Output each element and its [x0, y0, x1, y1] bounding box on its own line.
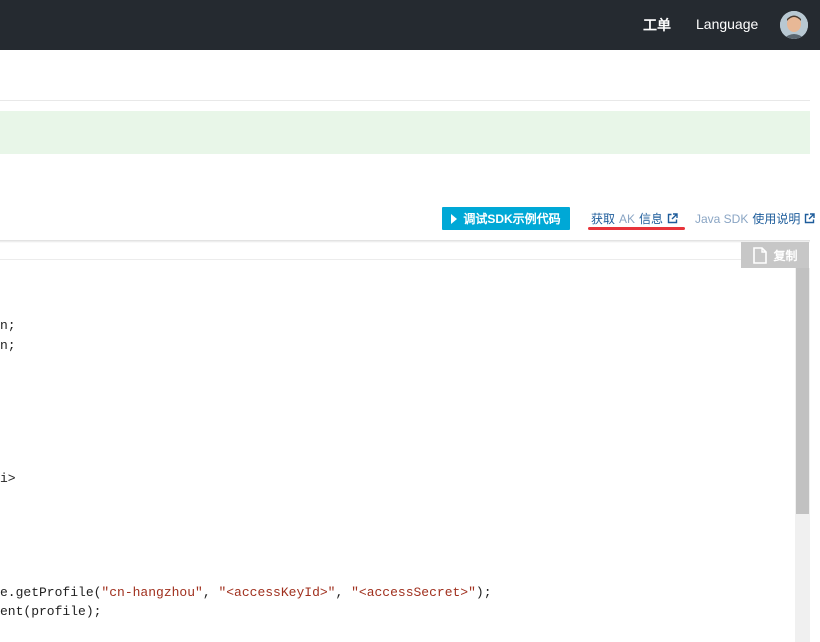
play-icon	[451, 213, 458, 224]
code-token: e.getProfile(	[0, 585, 102, 600]
nav-language-menu[interactable]: Language	[696, 16, 758, 32]
code-token: );	[475, 585, 492, 600]
user-avatar-icon	[780, 11, 808, 39]
code-line: i>	[0, 471, 16, 486]
notice-banner	[0, 111, 810, 154]
code-string: "<accessSecret>"	[351, 585, 476, 600]
nav-ticket-link[interactable]: 工单	[643, 15, 671, 35]
copy-code-button[interactable]: 复制	[741, 242, 809, 268]
code-string: "<accessKeyId>"	[218, 585, 336, 600]
java-link-sdk: Java SDK	[695, 211, 749, 226]
code-string: "cn-hangzhou"	[101, 585, 203, 600]
top-navbar: 工单 Language	[0, 0, 820, 50]
code-token: ,	[202, 585, 219, 600]
ak-link-suffix: 信息	[639, 212, 664, 226]
external-link-icon	[667, 213, 678, 224]
external-link-icon	[805, 213, 816, 224]
highlight-underline	[588, 227, 685, 230]
toolbar-shadow	[0, 240, 810, 243]
java-link-label: 使用说明	[752, 212, 801, 226]
code-divider	[0, 259, 795, 260]
debug-sdk-button-label: 调试SDK示例代码	[463, 212, 561, 226]
copy-button-label: 复制	[773, 248, 798, 263]
ak-link-ak: AK	[619, 211, 636, 226]
ak-link-prefix: 获取	[591, 212, 616, 226]
code-line: n;	[0, 338, 16, 353]
code-line: n;	[0, 318, 16, 333]
get-ak-info-link[interactable]: 获取 AK 信息	[591, 210, 678, 227]
code-scrollbar-thumb[interactable]	[796, 268, 809, 514]
copy-icon	[753, 246, 768, 264]
code-line: e.getProfile("cn-hangzhou", "<accessKeyI…	[0, 585, 492, 600]
code-token: ,	[335, 585, 352, 600]
java-sdk-guide-link[interactable]: Java SDK 使用说明	[695, 210, 816, 227]
debug-sdk-example-button[interactable]: 调试SDK示例代码	[442, 207, 570, 230]
header-divider	[0, 100, 810, 101]
avatar[interactable]	[780, 11, 808, 39]
code-line: ent(profile);	[0, 604, 102, 619]
